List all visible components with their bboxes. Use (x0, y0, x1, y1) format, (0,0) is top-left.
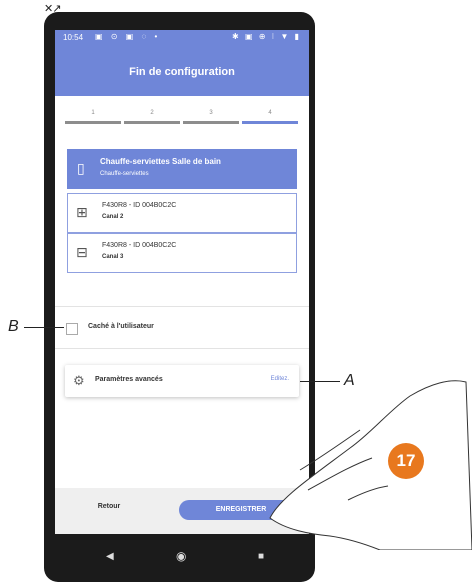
actuator-icon: ⊟ (76, 244, 88, 260)
step-2-label: 2 (150, 110, 154, 116)
divider (55, 306, 309, 307)
step-2-bar (124, 121, 180, 124)
step-3-bar (183, 121, 239, 124)
android-navigation: ◀ ◉ ■ (55, 548, 309, 570)
hidden-to-user-label: Caché à l'utilisateur (88, 323, 154, 330)
step-progress: 1 2 3 4 (65, 110, 299, 126)
page-title: Fin de configuration (129, 66, 235, 78)
step-4-label: 4 (268, 110, 272, 116)
advanced-settings-label: Paramètres avancés (95, 376, 163, 383)
back-button[interactable]: Retour (79, 503, 139, 510)
pointing-hand-illustration (269, 380, 472, 550)
step-3-label: 3 (209, 110, 213, 116)
network-icon: ⊞ (76, 204, 88, 220)
object-type: Chauffe-serviettes (100, 171, 149, 177)
status-system-icons: ✱ ▣ ⊕ ⁝ ▼ ▮ (232, 32, 301, 41)
divider (55, 348, 309, 349)
step-1-bar (65, 121, 121, 124)
device-id: F430R8 - ID 004B0C2C (102, 242, 177, 249)
recents-square-icon[interactable]: ■ (258, 551, 264, 562)
gear-icon: ⚙ (73, 373, 85, 388)
status-time: 10:54 (63, 33, 84, 42)
back-triangle-icon[interactable]: ◀ (106, 551, 114, 562)
step-4-bar (242, 121, 298, 124)
towel-heater-icon: ▯ (77, 160, 85, 176)
step-number-badge: 17 (388, 443, 424, 479)
device-item[interactable]: ⊞ F430R8 - ID 004B0C2C Canal 2 (67, 193, 297, 233)
step-1-label: 1 (91, 110, 95, 116)
callout-b-letter: B (8, 318, 19, 335)
status-notification-icons: ▣ ⊙ ▣ ◌ • (95, 32, 161, 41)
hidden-to-user-checkbox[interactable] (66, 323, 78, 335)
object-name: Chauffe-serviettes Salle de bain (100, 157, 221, 166)
home-circle-icon[interactable]: ◉ (176, 549, 186, 563)
device-item[interactable]: ⊟ F430R8 - ID 004B0C2C Canal 3 (67, 233, 297, 273)
callout-b-line (24, 327, 64, 328)
object-card-header: ▯ Chauffe-serviettes Salle de bain Chauf… (67, 149, 297, 189)
device-channel: Canal 3 (102, 254, 124, 260)
device-id: F430R8 - ID 004B0C2C (102, 202, 177, 209)
device-channel: Canal 2 (102, 214, 124, 220)
header-bar: 10:54 ▣ ⊙ ▣ ◌ • ✱ ▣ ⊕ ⁝ ▼ ▮ Fin de confi… (55, 30, 309, 96)
